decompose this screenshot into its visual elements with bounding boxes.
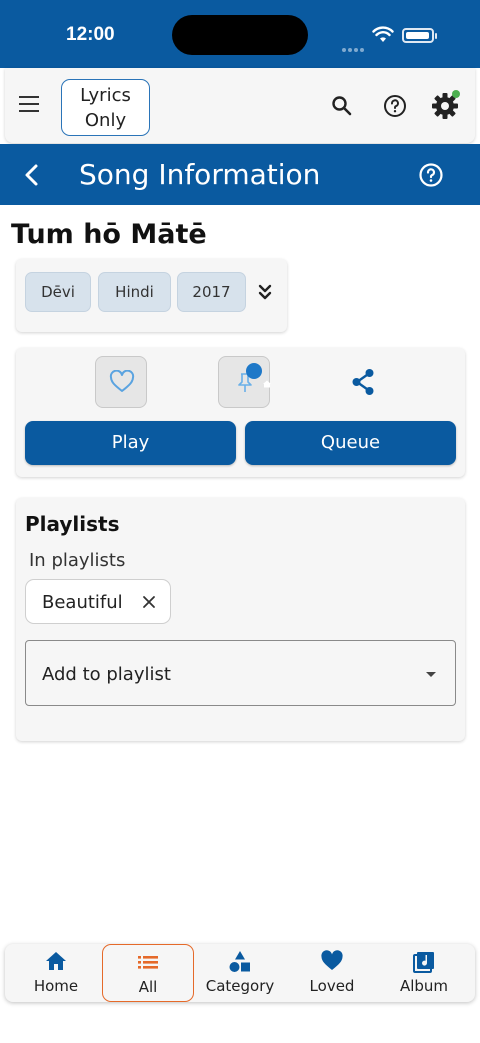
song-actions-card: Play Queue bbox=[16, 348, 465, 477]
nav-label-all: All bbox=[138, 978, 158, 996]
lyrics-only-toggle[interactable]: Lyrics Only bbox=[61, 79, 150, 136]
settings-status-dot bbox=[452, 90, 460, 98]
pin-to-home-button[interactable] bbox=[218, 356, 271, 408]
nav-item-album[interactable]: Album bbox=[378, 944, 470, 1002]
in-playlists-label: In playlists bbox=[29, 550, 126, 571]
header-help-icon[interactable] bbox=[418, 162, 444, 188]
nav-label-category: Category bbox=[205, 977, 275, 995]
category-icon bbox=[229, 951, 250, 972]
play-button[interactable]: Play bbox=[25, 421, 236, 465]
close-icon[interactable] bbox=[141, 594, 157, 610]
nav-label-loved: Loved bbox=[309, 977, 355, 995]
playlists-heading: Playlists bbox=[25, 512, 120, 536]
search-icon[interactable] bbox=[330, 94, 354, 118]
battery-icon bbox=[402, 28, 434, 43]
nav-item-all[interactable]: All bbox=[102, 944, 194, 1002]
help-icon[interactable] bbox=[383, 94, 407, 118]
album-icon bbox=[413, 952, 434, 973]
list-icon bbox=[138, 956, 158, 969]
song-title: Tum hō Mātē bbox=[11, 219, 207, 250]
playlist-chip-label: Beautiful bbox=[42, 592, 123, 613]
add-to-playlist-label: Add to playlist bbox=[42, 664, 171, 685]
tag-chip-deity[interactable]: Dēvi bbox=[25, 272, 91, 312]
bottom-nav: Home All Category Loved Album bbox=[5, 944, 475, 1002]
dropdown-arrow-icon bbox=[426, 672, 436, 677]
nav-item-home[interactable]: Home bbox=[10, 944, 102, 1002]
double-chevron-down-icon[interactable] bbox=[256, 283, 274, 303]
nav-label-album: Album bbox=[399, 977, 449, 995]
heart-outline-icon bbox=[109, 370, 135, 392]
wifi-icon bbox=[372, 26, 394, 42]
status-time: 12:00 bbox=[66, 24, 115, 45]
heart-icon bbox=[321, 950, 343, 970]
add-to-playlist-select[interactable]: Add to playlist bbox=[25, 640, 456, 706]
share-icon[interactable] bbox=[350, 368, 376, 396]
love-button[interactable] bbox=[95, 356, 147, 408]
nav-item-loved[interactable]: Loved bbox=[286, 944, 378, 1002]
menu-icon[interactable] bbox=[19, 96, 41, 114]
song-tags-card: Dēvi Hindi 2017 bbox=[16, 259, 287, 332]
page-header: Song Information bbox=[0, 144, 480, 205]
signal-icon bbox=[342, 37, 366, 56]
back-icon[interactable] bbox=[22, 162, 42, 188]
tag-chip-language[interactable]: Hindi bbox=[98, 272, 171, 312]
nav-item-category[interactable]: Category bbox=[194, 944, 286, 1002]
battery-tip bbox=[435, 33, 437, 39]
camera-notch bbox=[172, 15, 308, 55]
tag-chip-year[interactable]: 2017 bbox=[177, 272, 246, 312]
playlists-card: Playlists In playlists Beautiful Add to … bbox=[16, 498, 465, 741]
lyrics-toggle-line2: Only bbox=[84, 110, 127, 131]
playlist-chip[interactable]: Beautiful bbox=[25, 579, 171, 624]
top-toolbar: Lyrics Only bbox=[5, 68, 475, 143]
lyrics-toggle-line1: Lyrics bbox=[80, 85, 131, 106]
home-icon bbox=[46, 952, 66, 970]
page-title: Song Information bbox=[79, 158, 321, 191]
nav-label-home: Home bbox=[33, 977, 79, 995]
queue-button[interactable]: Queue bbox=[245, 421, 456, 465]
status-bar: 12:00 bbox=[0, 0, 480, 68]
home-badge-icon bbox=[246, 363, 271, 388]
